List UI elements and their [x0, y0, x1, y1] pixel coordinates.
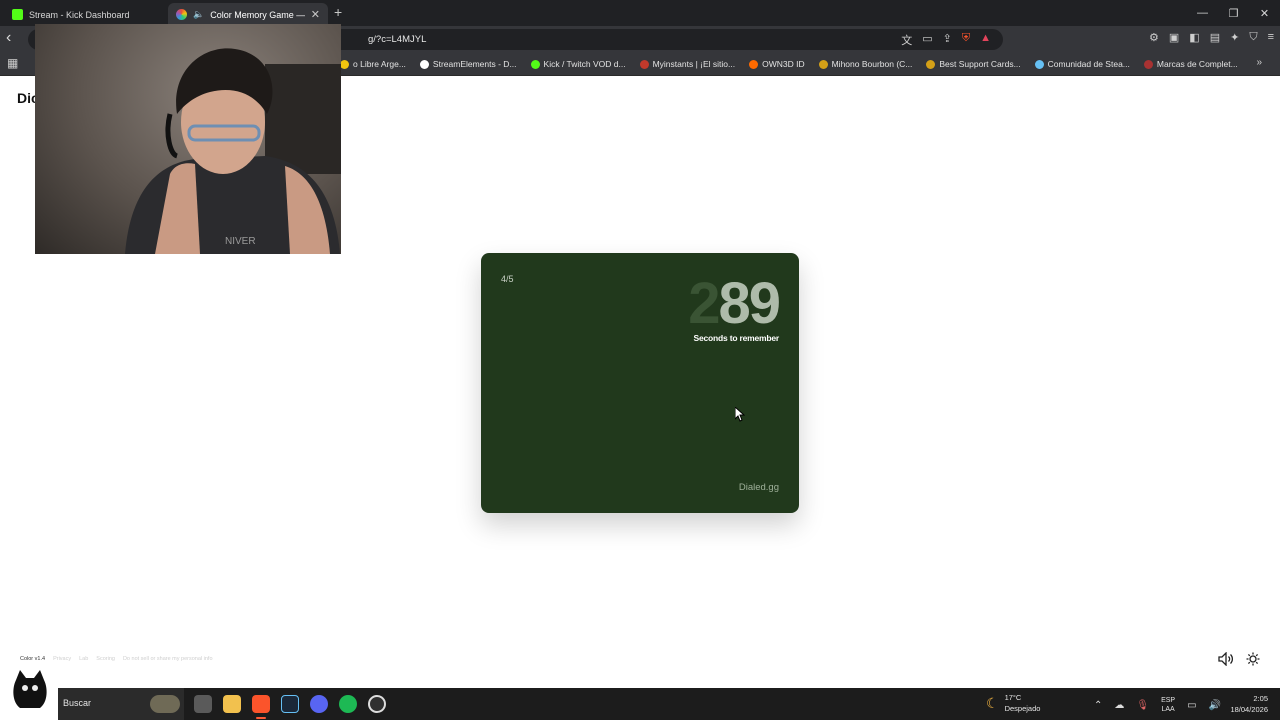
- color-memory-card: 4/5 2 89 Seconds to remember Dialed.gg: [481, 253, 799, 513]
- card-brand-text: Dialed.gg: [738, 482, 779, 493]
- countdown-caption: Seconds to remember: [693, 333, 780, 343]
- mouse-cursor-icon: [735, 407, 745, 422]
- task-view-icon[interactable]: [194, 695, 212, 713]
- brave-browser-icon[interactable]: [252, 695, 270, 719]
- weather-desc: Despejado: [1004, 704, 1041, 713]
- close-window-button[interactable]: ✕: [1249, 0, 1280, 26]
- leo-ai-icon[interactable]: ✦: [1230, 31, 1239, 44]
- bookmark-item[interactable]: o Libre Arge...: [340, 59, 406, 69]
- svg-text:NIVER: NIVER: [225, 236, 256, 247]
- bookmark-favicon-icon: [419, 59, 429, 69]
- countdown-previous-digit: 2: [688, 271, 720, 336]
- microphone-icon[interactable]: 🎙: [1136, 700, 1149, 711]
- tab-color-memory-game[interactable]: 🔈 Color Memory Game — How ✕: [168, 3, 328, 26]
- streamer-figure: NIVER: [125, 48, 340, 254]
- bookmark-favicon-icon: [1034, 59, 1044, 69]
- bookmark-favicon-icon: [926, 59, 936, 69]
- webcam-overlay: NIVER: [35, 24, 341, 254]
- cast-icon[interactable]: ▭: [922, 32, 932, 48]
- bookmark-favicon-icon: [639, 59, 649, 69]
- system-clock[interactable]: 2:05 18/04/2026: [1230, 693, 1268, 715]
- tab-title: Color Memory Game — How: [210, 9, 305, 20]
- bookmark-item[interactable]: Mihono Bourbon (C...: [818, 59, 912, 69]
- steam-icon[interactable]: [281, 695, 299, 713]
- windows-taskbar: Buscar ☾ 17°C Despejado ⌃ ☁ 🎙 ESP LAA ▭ …: [58, 688, 1280, 720]
- countdown-value: 89: [718, 271, 780, 336]
- bookmark-item[interactable]: Marcas de Complet...: [1143, 59, 1238, 69]
- taskbar-search[interactable]: Buscar: [58, 688, 184, 720]
- bookmark-item[interactable]: OWN3D ID: [749, 59, 805, 69]
- menu-icon[interactable]: ≡: [1268, 31, 1274, 44]
- brave-shields-icon[interactable]: ⛨: [962, 32, 970, 48]
- bookmark-item[interactable]: Comunidad de Stea...: [1034, 59, 1130, 69]
- system-tray: ⌃ ☁ 🎙 ESP LAA ▭ 🔊: [1094, 696, 1221, 714]
- weather-widget[interactable]: ☾ 17°C Despejado: [986, 692, 1040, 714]
- spotify-icon[interactable]: [339, 695, 357, 713]
- page-footer: Color v1.4 Privacy Lab Scoring Do not se…: [20, 656, 213, 662]
- tab-kick-dashboard[interactable]: Stream - Kick Dashboard: [4, 3, 166, 26]
- bookmark-favicon-icon: [340, 59, 349, 69]
- share-icon[interactable]: ⇪: [943, 32, 952, 48]
- round-counter: 4/5: [501, 274, 514, 284]
- extensions-icon[interactable]: ⚙: [1149, 31, 1159, 44]
- version-label: Color v1.4: [20, 656, 46, 662]
- more-bookmarks-icon[interactable]: »: [1256, 57, 1262, 68]
- tab-search-icon[interactable]: ▣: [1169, 31, 1179, 44]
- file-explorer-icon[interactable]: [223, 695, 241, 713]
- footer-tools: [1218, 652, 1260, 666]
- bookmark-favicon-icon: [749, 59, 759, 69]
- network-icon[interactable]: ▭: [1187, 700, 1196, 711]
- streamer-mascot-image: [13, 670, 47, 708]
- bookmark-favicon-icon: [530, 59, 540, 69]
- url-text: g/?c=L4MJYL: [368, 34, 427, 45]
- language-indicator[interactable]: ESP LAA: [1161, 696, 1175, 714]
- bookmark-item[interactable]: StreamElements - D...: [419, 59, 517, 69]
- window-controls: — ❐ ✕: [1187, 0, 1280, 26]
- chevron-up-icon[interactable]: ⌃: [1094, 700, 1102, 711]
- scoring-link[interactable]: Scoring: [96, 656, 115, 662]
- bookmark-item[interactable]: Best Support Cards...: [926, 59, 1021, 69]
- obs-icon[interactable]: [368, 695, 386, 713]
- theme-toggle-icon[interactable]: [1246, 652, 1260, 666]
- wallet-icon[interactable]: ▤: [1210, 31, 1220, 44]
- close-tab-icon[interactable]: ✕: [311, 8, 320, 21]
- weather-temp: 17°C: [1004, 693, 1022, 702]
- privacy-link[interactable]: Privacy: [53, 656, 71, 662]
- discord-icon[interactable]: [310, 695, 328, 713]
- countdown-timer: 2 89: [688, 267, 781, 336]
- moon-icon: ☾: [986, 694, 999, 711]
- translate-icon[interactable]: 文: [901, 32, 912, 48]
- volume-icon[interactable]: 🔊: [1209, 700, 1221, 711]
- kick-icon: [12, 9, 23, 20]
- back-icon[interactable]: ‹: [6, 29, 11, 47]
- search-label: Buscar: [63, 698, 92, 708]
- vpn-icon[interactable]: ⛉: [1249, 31, 1257, 44]
- bookmark-favicon-icon: [818, 59, 828, 69]
- bookmark-item[interactable]: Myinstants | ¡El sitio...: [639, 59, 735, 69]
- lab-link[interactable]: Lab: [79, 656, 88, 662]
- sidebar-icon[interactable]: ◧: [1189, 31, 1199, 44]
- apps-grid-icon[interactable]: ▦: [7, 56, 18, 70]
- bookmark-item[interactable]: Kick / Twitch VOD d...: [530, 59, 626, 69]
- bookmark-favicon-icon: [1143, 59, 1153, 69]
- new-tab-button[interactable]: +: [334, 4, 342, 20]
- sound-toggle-icon[interactable]: [1218, 652, 1234, 666]
- do-not-sell-link[interactable]: Do not sell or share my personal info: [123, 656, 213, 662]
- minimize-button[interactable]: —: [1187, 0, 1218, 26]
- maximize-button[interactable]: ❐: [1218, 0, 1249, 26]
- search-highlight-icon: [150, 695, 180, 713]
- brave-rewards-icon[interactable]: ▲: [980, 32, 991, 48]
- browser-tab-bar: Stream - Kick Dashboard 🔈 Color Memory G…: [0, 0, 1280, 26]
- speaker-icon[interactable]: 🔈: [193, 9, 204, 20]
- color-wheel-icon: [176, 9, 187, 20]
- tray-app-icon[interactable]: ☁: [1114, 700, 1124, 711]
- tab-title: Stream - Kick Dashboard: [29, 9, 130, 20]
